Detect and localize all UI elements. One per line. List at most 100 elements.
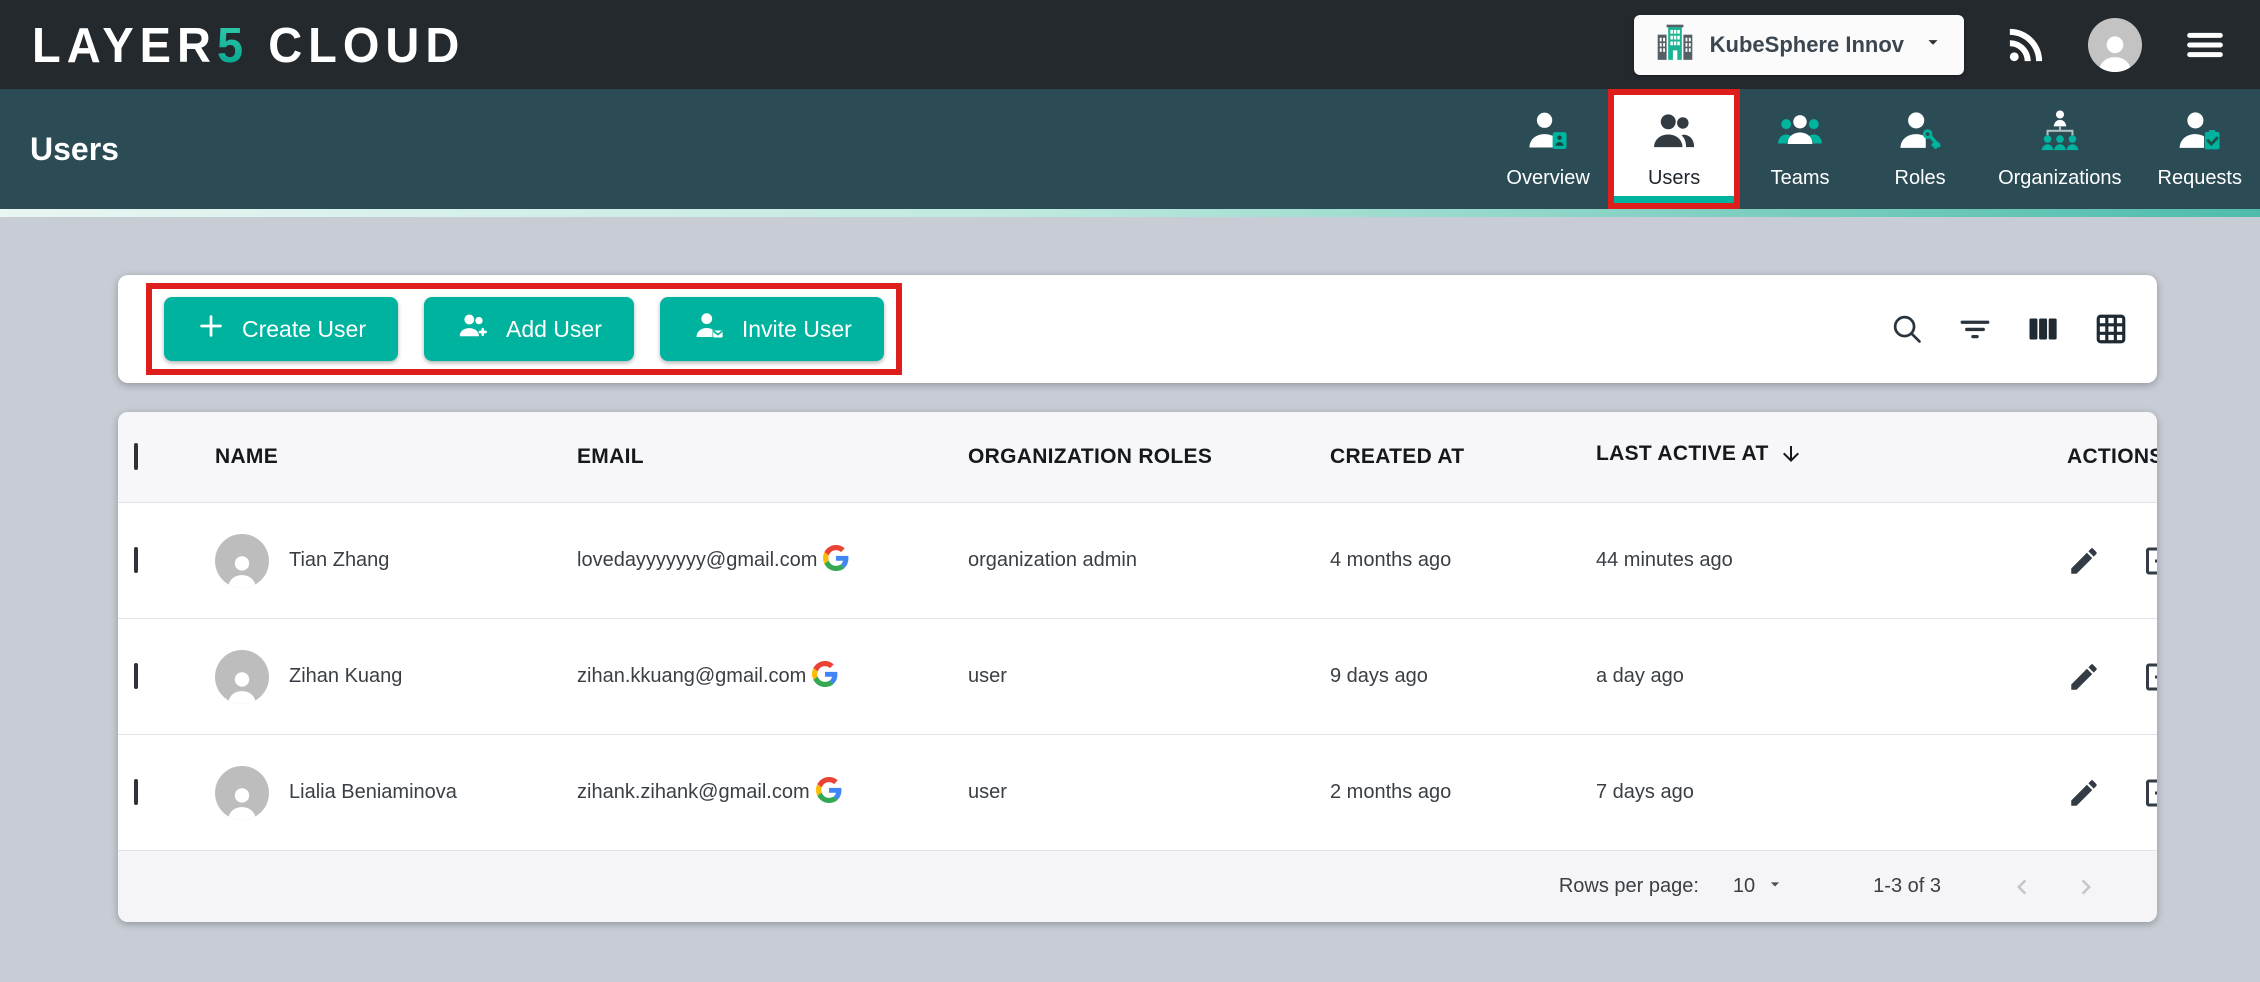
invite-user-button[interactable]: Invite User [660,297,884,361]
tab-label: Roles [1895,167,1946,190]
avatar [215,766,269,820]
layer5-cloud-logo: LAYER5 CLOUD [32,16,465,74]
last-active-at: 7 days ago [1596,781,1955,804]
table-row: Zihan Kuang zihan.kkuang@gmail.com user … [118,618,2157,734]
user-buttons-annotation-box: Create User Add User [146,283,902,375]
person-envelope-icon [692,309,726,349]
user-name: Zihan Kuang [289,665,402,688]
organization-selector-label: KubeSphere Innov [1710,32,1904,58]
org-hierarchy-icon [2037,108,2083,160]
tab-label: Teams [1771,167,1830,190]
plus-icon [196,311,226,347]
view-columns-button[interactable] [2025,311,2061,347]
next-page-button[interactable] [2071,872,2101,902]
hamburger-menu-button[interactable] [2182,22,2228,68]
tab-roles[interactable]: Roles [1860,89,1980,209]
edit-user-button[interactable] [2067,660,2101,694]
last-active-at: a day ago [1596,665,1955,688]
sort-arrow-down-icon [1779,442,1803,472]
rows-per-page-label: Rows per page: [1559,875,1699,898]
people-icon [1651,108,1697,160]
column-header-name[interactable]: NAME [215,445,577,469]
tab-label: Organizations [1998,167,2121,190]
table-pagination-footer: Rows per page: 10 1-3 of 3 [118,850,2157,922]
created-at: 4 months ago [1330,549,1596,572]
user-name: Lialia Beniaminova [289,781,457,804]
previous-page-button[interactable] [2007,872,2037,902]
tab-users-active-annotated[interactable]: Users [1608,89,1740,209]
user-email: lovedayyyyyyy@gmail.com [577,549,817,572]
top-app-bar: LAYER5 CLOUD [0,0,2260,89]
user-role: organization admin [968,549,1330,572]
rows-per-page-select[interactable]: 10 [1733,874,1785,900]
users-toolbar-card: Create User Add User [118,275,2157,383]
tab-overview[interactable]: Overview [1488,89,1608,209]
notifications-rss-button[interactable] [2004,23,2048,67]
tab-teams[interactable]: Teams [1740,89,1860,209]
avatar [215,650,269,704]
row-checkbox[interactable] [134,779,138,805]
logout-user-button[interactable] [2143,659,2157,695]
users-table: NAME EMAIL ORGANIZATION ROLES CREATED AT… [118,412,2157,922]
select-all-checkbox[interactable] [134,443,138,470]
user-avatar-button[interactable] [2088,18,2142,72]
tab-organizations[interactable]: Organizations [1980,89,2139,209]
user-role: user [968,781,1330,804]
user-role: user [968,665,1330,688]
logout-user-button[interactable] [2143,775,2157,811]
search-button[interactable] [1889,311,1925,347]
avatar [215,534,269,588]
column-header-actions: ACTIONS [1955,445,2157,469]
person-clipboard-check-icon [2177,108,2223,160]
filter-button[interactable] [1957,311,1993,347]
tab-requests[interactable]: Requests [2140,89,2260,209]
column-header-created-at[interactable]: CREATED AT [1330,445,1596,469]
organization-building-icon [1654,21,1696,69]
table-row: Tian Zhang lovedayyyyyyy@gmail.com organ… [118,502,2157,618]
add-user-button[interactable]: Add User [424,297,634,361]
column-header-last-active-at[interactable]: LAST ACTIVE AT [1596,442,1955,472]
user-email: zihan.kkuang@gmail.com [577,665,806,688]
row-checkbox[interactable] [134,663,138,689]
created-at: 9 days ago [1330,665,1596,688]
user-email: zihank.zihank@gmail.com [577,781,810,804]
chevron-down-icon [1922,31,1944,59]
person-badge-icon [1525,108,1571,160]
organization-selector[interactable]: KubeSphere Innov [1634,15,1964,75]
nav-gradient-divider [0,209,2260,217]
create-user-label: Create User [242,316,366,343]
tab-label: Users [1648,167,1700,190]
tab-label: Requests [2158,167,2243,190]
group-add-icon [456,309,490,349]
created-at: 2 months ago [1330,781,1596,804]
tab-label: Overview [1506,167,1589,190]
invite-user-label: Invite User [742,316,852,343]
logo-word-cloud: CLOUD [268,17,465,73]
user-name: Tian Zhang [289,549,389,572]
row-checkbox[interactable] [134,547,138,573]
logout-user-button[interactable] [2143,543,2157,579]
table-header-row: NAME EMAIL ORGANIZATION ROLES CREATED AT… [118,412,2157,502]
person-key-icon [1897,108,1943,160]
main-content: Create User Add User [0,217,2260,922]
google-icon [823,545,849,577]
column-header-organization-roles[interactable]: ORGANIZATION ROLES [968,445,1330,469]
pagination-range-label: 1-3 of 3 [1873,875,1941,898]
team-group-icon [1777,108,1823,160]
edit-user-button[interactable] [2067,544,2101,578]
table-row: Lialia Beniaminova zihank.zihank@gmail.c… [118,734,2157,850]
grid-view-button[interactable] [2093,311,2129,347]
google-icon [812,661,838,693]
create-user-button[interactable]: Create User [164,297,398,361]
logo-digit-5: 5 [217,17,249,73]
google-icon [816,777,842,809]
avatar [2088,18,2142,72]
section-nav-bar: Users Overview Users [0,89,2260,209]
edit-user-button[interactable] [2067,776,2101,810]
last-active-at: 44 minutes ago [1596,549,1955,572]
logo-word-layer: LAYER [32,17,217,73]
column-header-email[interactable]: EMAIL [577,445,968,469]
add-user-label: Add User [506,316,602,343]
page-title: Users [30,131,119,168]
chevron-down-icon [1765,874,1785,900]
